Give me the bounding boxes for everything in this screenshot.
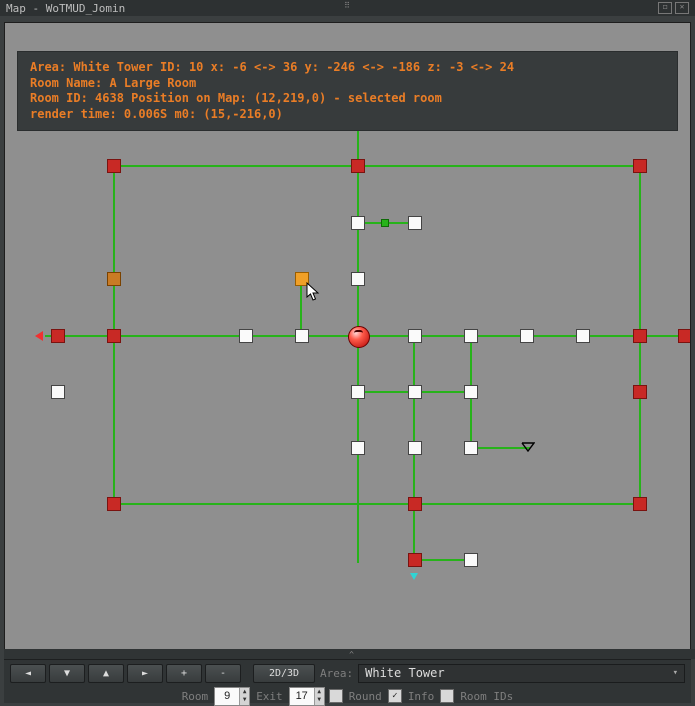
map-room[interactable] <box>408 553 422 567</box>
map-room[interactable] <box>464 329 478 343</box>
map-room[interactable] <box>295 272 309 286</box>
map-room[interactable] <box>51 385 65 399</box>
map-canvas[interactable]: Area: White Tower ID: 10 x: -6 <-> 36 y:… <box>4 22 691 651</box>
map-room[interactable] <box>107 159 121 173</box>
map-room[interactable] <box>520 329 534 343</box>
area-label: Area: <box>318 667 355 680</box>
chevron-up-icon[interactable]: ▲ <box>240 688 249 697</box>
map-room[interactable] <box>408 216 422 230</box>
zoom-out-button[interactable]: - <box>205 664 241 683</box>
map-room[interactable] <box>408 441 422 455</box>
exit-size-input[interactable] <box>290 689 314 703</box>
map-room[interactable] <box>295 329 309 343</box>
map-room[interactable] <box>408 329 422 343</box>
panel-collapse-handle[interactable]: ^ <box>4 649 695 659</box>
pan-right-button[interactable]: ► <box>127 664 163 683</box>
map-room[interactable] <box>408 497 422 511</box>
map-room[interactable] <box>351 159 365 173</box>
map-room[interactable] <box>633 159 647 173</box>
info-panel: Area: White Tower ID: 10 x: -6 <-> 36 y:… <box>17 51 678 131</box>
round-checkbox[interactable] <box>329 689 343 703</box>
map-room[interactable] <box>51 329 65 343</box>
chevron-down-icon[interactable]: ▼ <box>315 696 324 705</box>
roomids-label: Room IDs <box>458 690 515 703</box>
map-room[interactable] <box>464 385 478 399</box>
map-room[interactable] <box>107 272 121 286</box>
map-room[interactable] <box>351 216 365 230</box>
map-room[interactable] <box>351 385 365 399</box>
selected-room-marker[interactable] <box>348 326 370 348</box>
door-marker <box>381 219 389 227</box>
chevron-down-icon[interactable]: ▼ <box>240 696 249 705</box>
zoom-in-button[interactable]: + <box>166 664 202 683</box>
bottom-toolbar: ◄ ▼ ▲ ► + - 2D/3D Area: White Tower Room… <box>4 659 691 703</box>
pan-up-button[interactable]: ▲ <box>88 664 124 683</box>
map-room[interactable] <box>408 385 422 399</box>
roomids-checkbox[interactable] <box>440 689 454 703</box>
info-line: Room Name: A Large Room <box>30 76 196 90</box>
exit-arrow-west <box>35 331 43 341</box>
area-select[interactable]: White Tower <box>358 664 685 683</box>
map-room[interactable] <box>107 329 121 343</box>
drag-handle-icon[interactable]: ⠿ <box>344 1 351 10</box>
round-label: Round <box>347 690 384 703</box>
map-room[interactable] <box>239 329 253 343</box>
info-line: Room ID: 4638 Position on Map: (12,219,0… <box>30 91 442 105</box>
map-room[interactable] <box>576 329 590 343</box>
window-title: Map - WoTMUD_Jomin <box>6 2 658 15</box>
toggle-2d3d-button[interactable]: 2D/3D <box>253 664 315 683</box>
stair-down-icon <box>521 442 535 452</box>
exit-size-label: Exit <box>254 690 285 703</box>
map-room[interactable] <box>633 329 647 343</box>
map-room[interactable] <box>351 272 365 286</box>
map-room[interactable] <box>678 329 691 343</box>
info-line: render time: 0.006S m0: (15,-216,0) <box>30 107 283 121</box>
pan-left-button[interactable]: ◄ <box>10 664 46 683</box>
detach-icon[interactable]: ◻ <box>658 2 672 14</box>
info-label: Info <box>406 690 437 703</box>
map-room[interactable] <box>633 385 647 399</box>
map-room[interactable] <box>107 497 121 511</box>
chevron-up-icon[interactable]: ▲ <box>315 688 324 697</box>
room-size-input[interactable] <box>215 689 239 703</box>
pan-down-button[interactable]: ▼ <box>49 664 85 683</box>
exit-arrow-down <box>410 573 418 580</box>
map-room[interactable] <box>464 441 478 455</box>
map-room[interactable] <box>351 441 365 455</box>
map-room[interactable] <box>633 497 647 511</box>
info-checkbox[interactable]: ✓ <box>388 689 402 703</box>
map-room[interactable] <box>464 553 478 567</box>
room-size-label: Room <box>180 690 211 703</box>
close-icon[interactable]: ✕ <box>675 2 689 14</box>
title-bar: ⠿ Map - WoTMUD_Jomin ◻ ✕ <box>0 0 695 16</box>
info-line: Area: White Tower ID: 10 x: -6 <-> 36 y:… <box>30 60 514 74</box>
